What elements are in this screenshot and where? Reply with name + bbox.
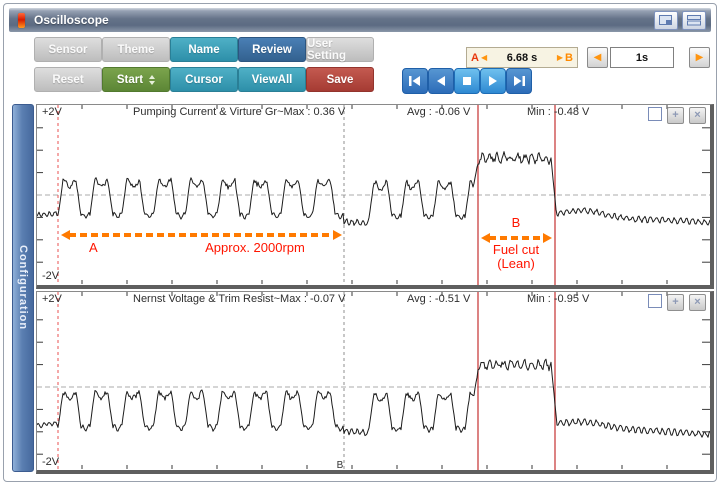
skip-to-end-icon	[514, 76, 525, 86]
timebase-increase-button[interactable]: ▶	[689, 47, 710, 68]
app-window: Oscilloscope Sensor Theme Name Review Us…	[3, 3, 717, 482]
ab-interval-value: 6.68 s	[506, 51, 538, 64]
svg-text:A: A	[89, 240, 98, 255]
review-button[interactable]: Review	[238, 37, 306, 62]
timebase-decrease-button[interactable]: ◀	[587, 47, 608, 68]
layout-panes-icon[interactable]	[682, 10, 706, 30]
channel-title: Pumping Current & Virture Gr~Max : 0.36 …	[133, 106, 346, 118]
window-title: Oscilloscope	[34, 13, 109, 27]
stop-icon	[463, 77, 471, 85]
save-button[interactable]: Save	[306, 67, 374, 92]
sidebar-tab-configuration[interactable]: Configuration	[12, 104, 34, 472]
min-readout: Min : -0.95 V	[527, 293, 590, 305]
avg-readout: Avg : -0.06 V	[407, 106, 471, 118]
y-min-label: -2V	[42, 456, 60, 468]
panel-controls: + ×	[648, 294, 706, 311]
cursor-button[interactable]: Cursor	[170, 67, 238, 92]
skip-to-start-icon	[409, 76, 420, 86]
timebase-value-field[interactable]	[610, 47, 674, 68]
start-spinner-icon[interactable]	[149, 74, 156, 85]
svg-text:B: B	[512, 215, 521, 230]
cursor-a-label: A	[471, 51, 479, 64]
zoom-in-button[interactable]: +	[667, 107, 684, 124]
title-bar: Oscilloscope	[9, 8, 711, 32]
sidebar-label: Configuration	[17, 245, 29, 331]
panel-controls: + ×	[648, 107, 706, 124]
sensor-button[interactable]: Sensor	[34, 37, 102, 62]
right-triangle-icon: ▶	[556, 53, 564, 62]
y-max-label: +2V	[42, 106, 62, 118]
y-min-label: -2V	[42, 270, 60, 282]
svg-text:Fuel cut: Fuel cut	[493, 242, 540, 257]
cursor-b-label: B	[565, 51, 573, 64]
viewall-button[interactable]: ViewAll	[238, 67, 306, 92]
zoom-in-button[interactable]: +	[667, 294, 684, 311]
theme-button[interactable]: Theme	[102, 37, 170, 62]
avg-readout: Avg : -0.51 V	[407, 293, 471, 305]
capture-window-icon[interactable]	[654, 10, 678, 30]
stop-button[interactable]	[454, 68, 480, 94]
app-gauge-icon	[18, 12, 25, 28]
left-triangle-icon: ◀	[480, 53, 488, 62]
play-button[interactable]	[480, 68, 506, 94]
step-back-icon	[437, 76, 445, 86]
ab-interval-readout[interactable]: A ◀ 6.68 s ▶ B	[466, 47, 578, 68]
channel-title: Nernst Voltage & Trim Resist~Max : -0.07…	[133, 293, 346, 305]
name-button[interactable]: Name	[170, 37, 238, 62]
titlebar-buttons	[654, 10, 706, 30]
channel-checkbox[interactable]	[648, 294, 662, 308]
reset-button[interactable]: Reset	[34, 67, 102, 92]
step-back-button[interactable]	[428, 68, 454, 94]
play-icon	[489, 76, 497, 86]
svg-text:(Lean): (Lean)	[497, 256, 535, 271]
skip-to-start-button[interactable]	[402, 68, 428, 94]
close-panel-button[interactable]: ×	[689, 107, 706, 124]
close-panel-button[interactable]: ×	[689, 294, 706, 311]
scope-panel-pumping-current: A Approx. 2000rpm B Fuel cut (Lean) +2V Pump…	[36, 104, 714, 289]
scope-panel-nernst-voltage: B +2V Nernst Voltage & Trim Resist~Max :…	[36, 291, 714, 474]
waveform-canvas-2[interactable]: B	[37, 292, 710, 470]
skip-to-end-button[interactable]	[506, 68, 532, 94]
user-setting-button[interactable]: User Setting	[306, 37, 374, 62]
start-button[interactable]: Start	[102, 67, 170, 92]
svg-text:B: B	[337, 460, 344, 470]
svg-text:Approx. 2000rpm: Approx. 2000rpm	[205, 240, 305, 255]
waveform-canvas-1[interactable]: A Approx. 2000rpm B Fuel cut(Lean)	[37, 105, 710, 285]
channel-checkbox[interactable]	[648, 107, 662, 121]
min-readout: Min : -0.48 V	[527, 106, 590, 118]
y-max-label: +2V	[42, 293, 62, 305]
